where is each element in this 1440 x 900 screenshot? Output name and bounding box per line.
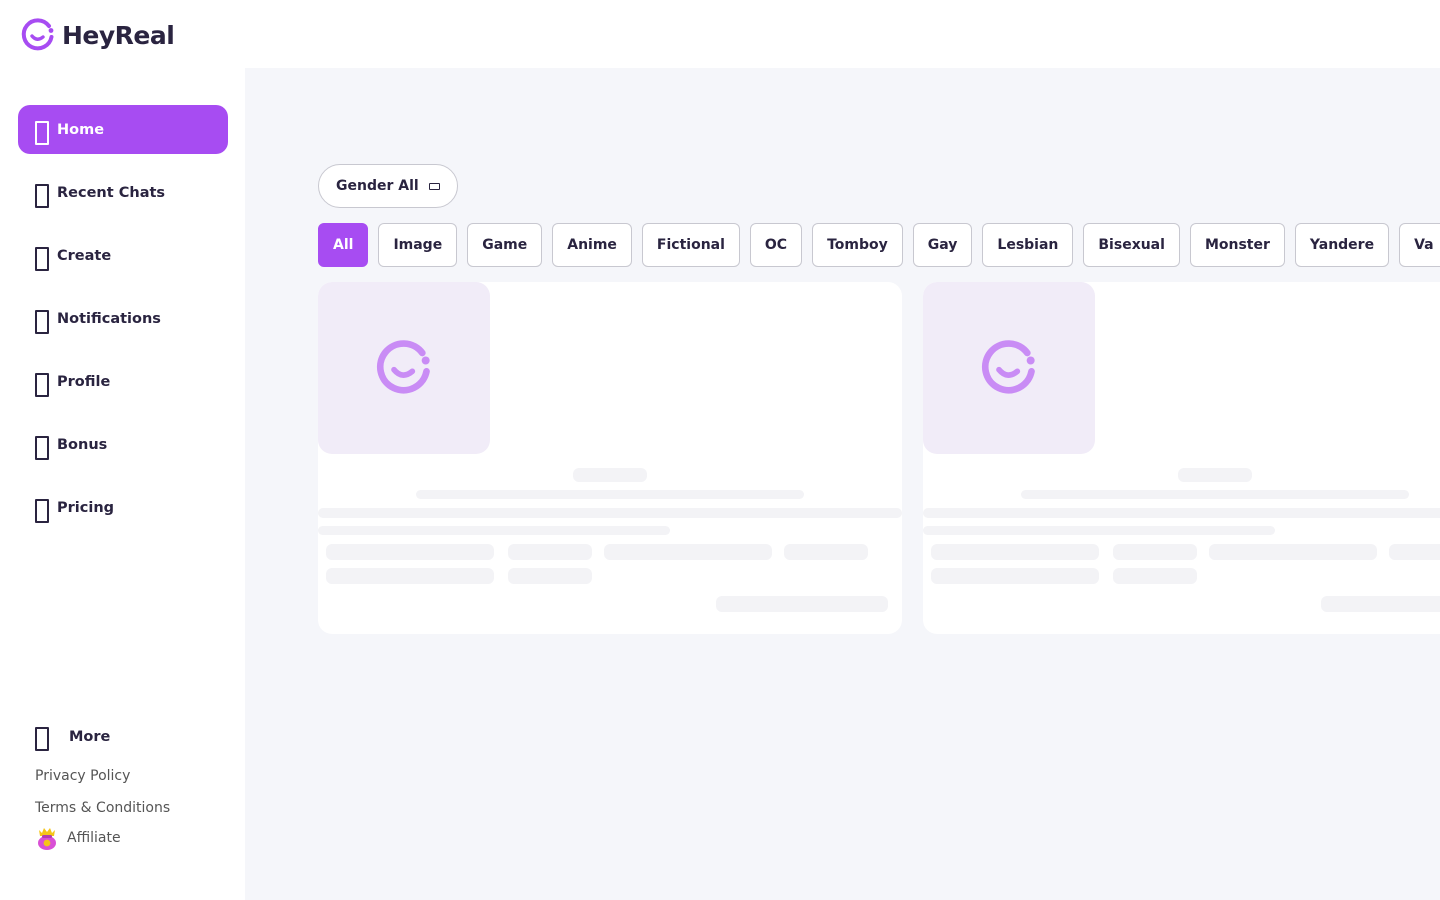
tag-tomboy[interactable]: Tomboy: [812, 223, 903, 267]
main-content: Gender All All Image Game Anime Fictiona…: [245, 68, 1440, 900]
sidebar: Home Recent Chats Create Notifications P…: [0, 68, 245, 900]
skeleton-line: [931, 544, 1099, 560]
skeleton-line: [1021, 490, 1409, 499]
sidebar-item-home[interactable]: Home: [18, 105, 228, 154]
skeleton-line: [318, 526, 670, 535]
brand-name: HeyReal: [62, 20, 175, 50]
skeleton-line: [508, 544, 592, 560]
skeleton-line: [604, 544, 772, 560]
sidebar-item-recent-chats[interactable]: Recent Chats: [18, 168, 228, 217]
skeleton-line: [1113, 544, 1197, 560]
skeleton-line: [1209, 544, 1377, 560]
chevron-down-icon: [428, 182, 440, 190]
app-root: HeyReal Home Recent Chats Create Notific…: [0, 0, 1440, 900]
tag-lesbian[interactable]: Lesbian: [982, 223, 1074, 267]
sidebar-item-label: Profile: [57, 373, 111, 390]
heyreal-logo-icon: [376, 340, 430, 394]
sidebar-item-create[interactable]: Create: [18, 231, 228, 280]
card-thumbnail-placeholder: [923, 282, 1095, 454]
tag-bisexual[interactable]: Bisexual: [1083, 223, 1180, 267]
skeleton-line: [1389, 544, 1440, 560]
heyreal-logo-icon: [981, 340, 1035, 394]
skeleton-line: [573, 468, 647, 482]
tag-fictional[interactable]: Fictional: [641, 223, 740, 267]
home-icon: [35, 120, 49, 145]
tag-anime[interactable]: Anime: [552, 223, 632, 267]
money-bag-icon: [38, 828, 56, 850]
tag-va[interactable]: Va: [1399, 223, 1440, 267]
terms-link[interactable]: Terms & Conditions: [35, 800, 170, 816]
chat-icon: [35, 183, 49, 208]
skeleton-line: [1321, 596, 1440, 612]
skeleton-line: [508, 568, 592, 584]
user-icon: [35, 372, 49, 397]
skeleton-line: [1178, 468, 1252, 482]
sidebar-item-label: Home: [57, 121, 105, 138]
sidebar-item-label: Recent Chats: [57, 184, 166, 201]
sidebar-item-notifications[interactable]: Notifications: [18, 294, 228, 343]
skeleton-line: [318, 508, 902, 518]
skeleton-line: [923, 526, 1275, 535]
gender-filter-label: Gender All: [336, 178, 419, 194]
sidebar-item-label: Create: [57, 247, 112, 264]
sidebar-item-label: Notifications: [57, 310, 161, 327]
sidebar-item-label: Bonus: [57, 436, 108, 453]
card-thumbnail-placeholder: [318, 282, 490, 454]
bell-icon: [35, 309, 49, 334]
category-tag-bar: All Image Game Anime Fictional OC Tomboy…: [318, 223, 1440, 267]
character-card-skeleton[interactable]: [318, 282, 902, 634]
character-card-skeleton[interactable]: [923, 282, 1440, 634]
heyreal-logo-icon: [21, 18, 54, 51]
sidebar-item-profile[interactable]: Profile: [18, 357, 228, 406]
pricing-icon: [35, 498, 49, 523]
gender-filter-dropdown[interactable]: Gender All: [318, 164, 458, 208]
skeleton-line: [326, 568, 494, 584]
tag-yandere[interactable]: Yandere: [1294, 223, 1390, 267]
tag-gay[interactable]: Gay: [912, 223, 973, 267]
create-icon: [35, 246, 49, 271]
sidebar-item-pricing[interactable]: Pricing: [18, 483, 228, 532]
tag-game[interactable]: Game: [467, 223, 543, 267]
tag-oc[interactable]: OC: [749, 223, 803, 267]
skeleton-line: [326, 544, 494, 560]
skeleton-line: [1113, 568, 1197, 584]
sidebar-item-label: Pricing: [57, 499, 115, 516]
skeleton-line: [931, 568, 1099, 584]
tag-monster[interactable]: Monster: [1189, 223, 1285, 267]
sidebar-item-bonus[interactable]: Bonus: [18, 420, 228, 469]
sidebar-nav: Home Recent Chats Create Notifications P…: [18, 105, 228, 546]
tag-image[interactable]: Image: [378, 223, 458, 267]
more-icon: [35, 727, 49, 751]
more-label: More: [69, 729, 111, 745]
skeleton-line: [784, 544, 868, 560]
affiliate-link[interactable]: Affiliate: [35, 825, 121, 851]
gift-icon: [35, 435, 49, 460]
tag-all[interactable]: All: [318, 223, 369, 267]
brand-logo[interactable]: HeyReal: [20, 17, 175, 53]
privacy-policy-link[interactable]: Privacy Policy: [35, 768, 130, 784]
skeleton-line: [716, 596, 888, 612]
more-menu-button[interactable]: More: [35, 723, 110, 751]
skeleton-line: [923, 508, 1440, 518]
skeleton-line: [416, 490, 804, 499]
affiliate-label: Affiliate: [67, 830, 121, 846]
